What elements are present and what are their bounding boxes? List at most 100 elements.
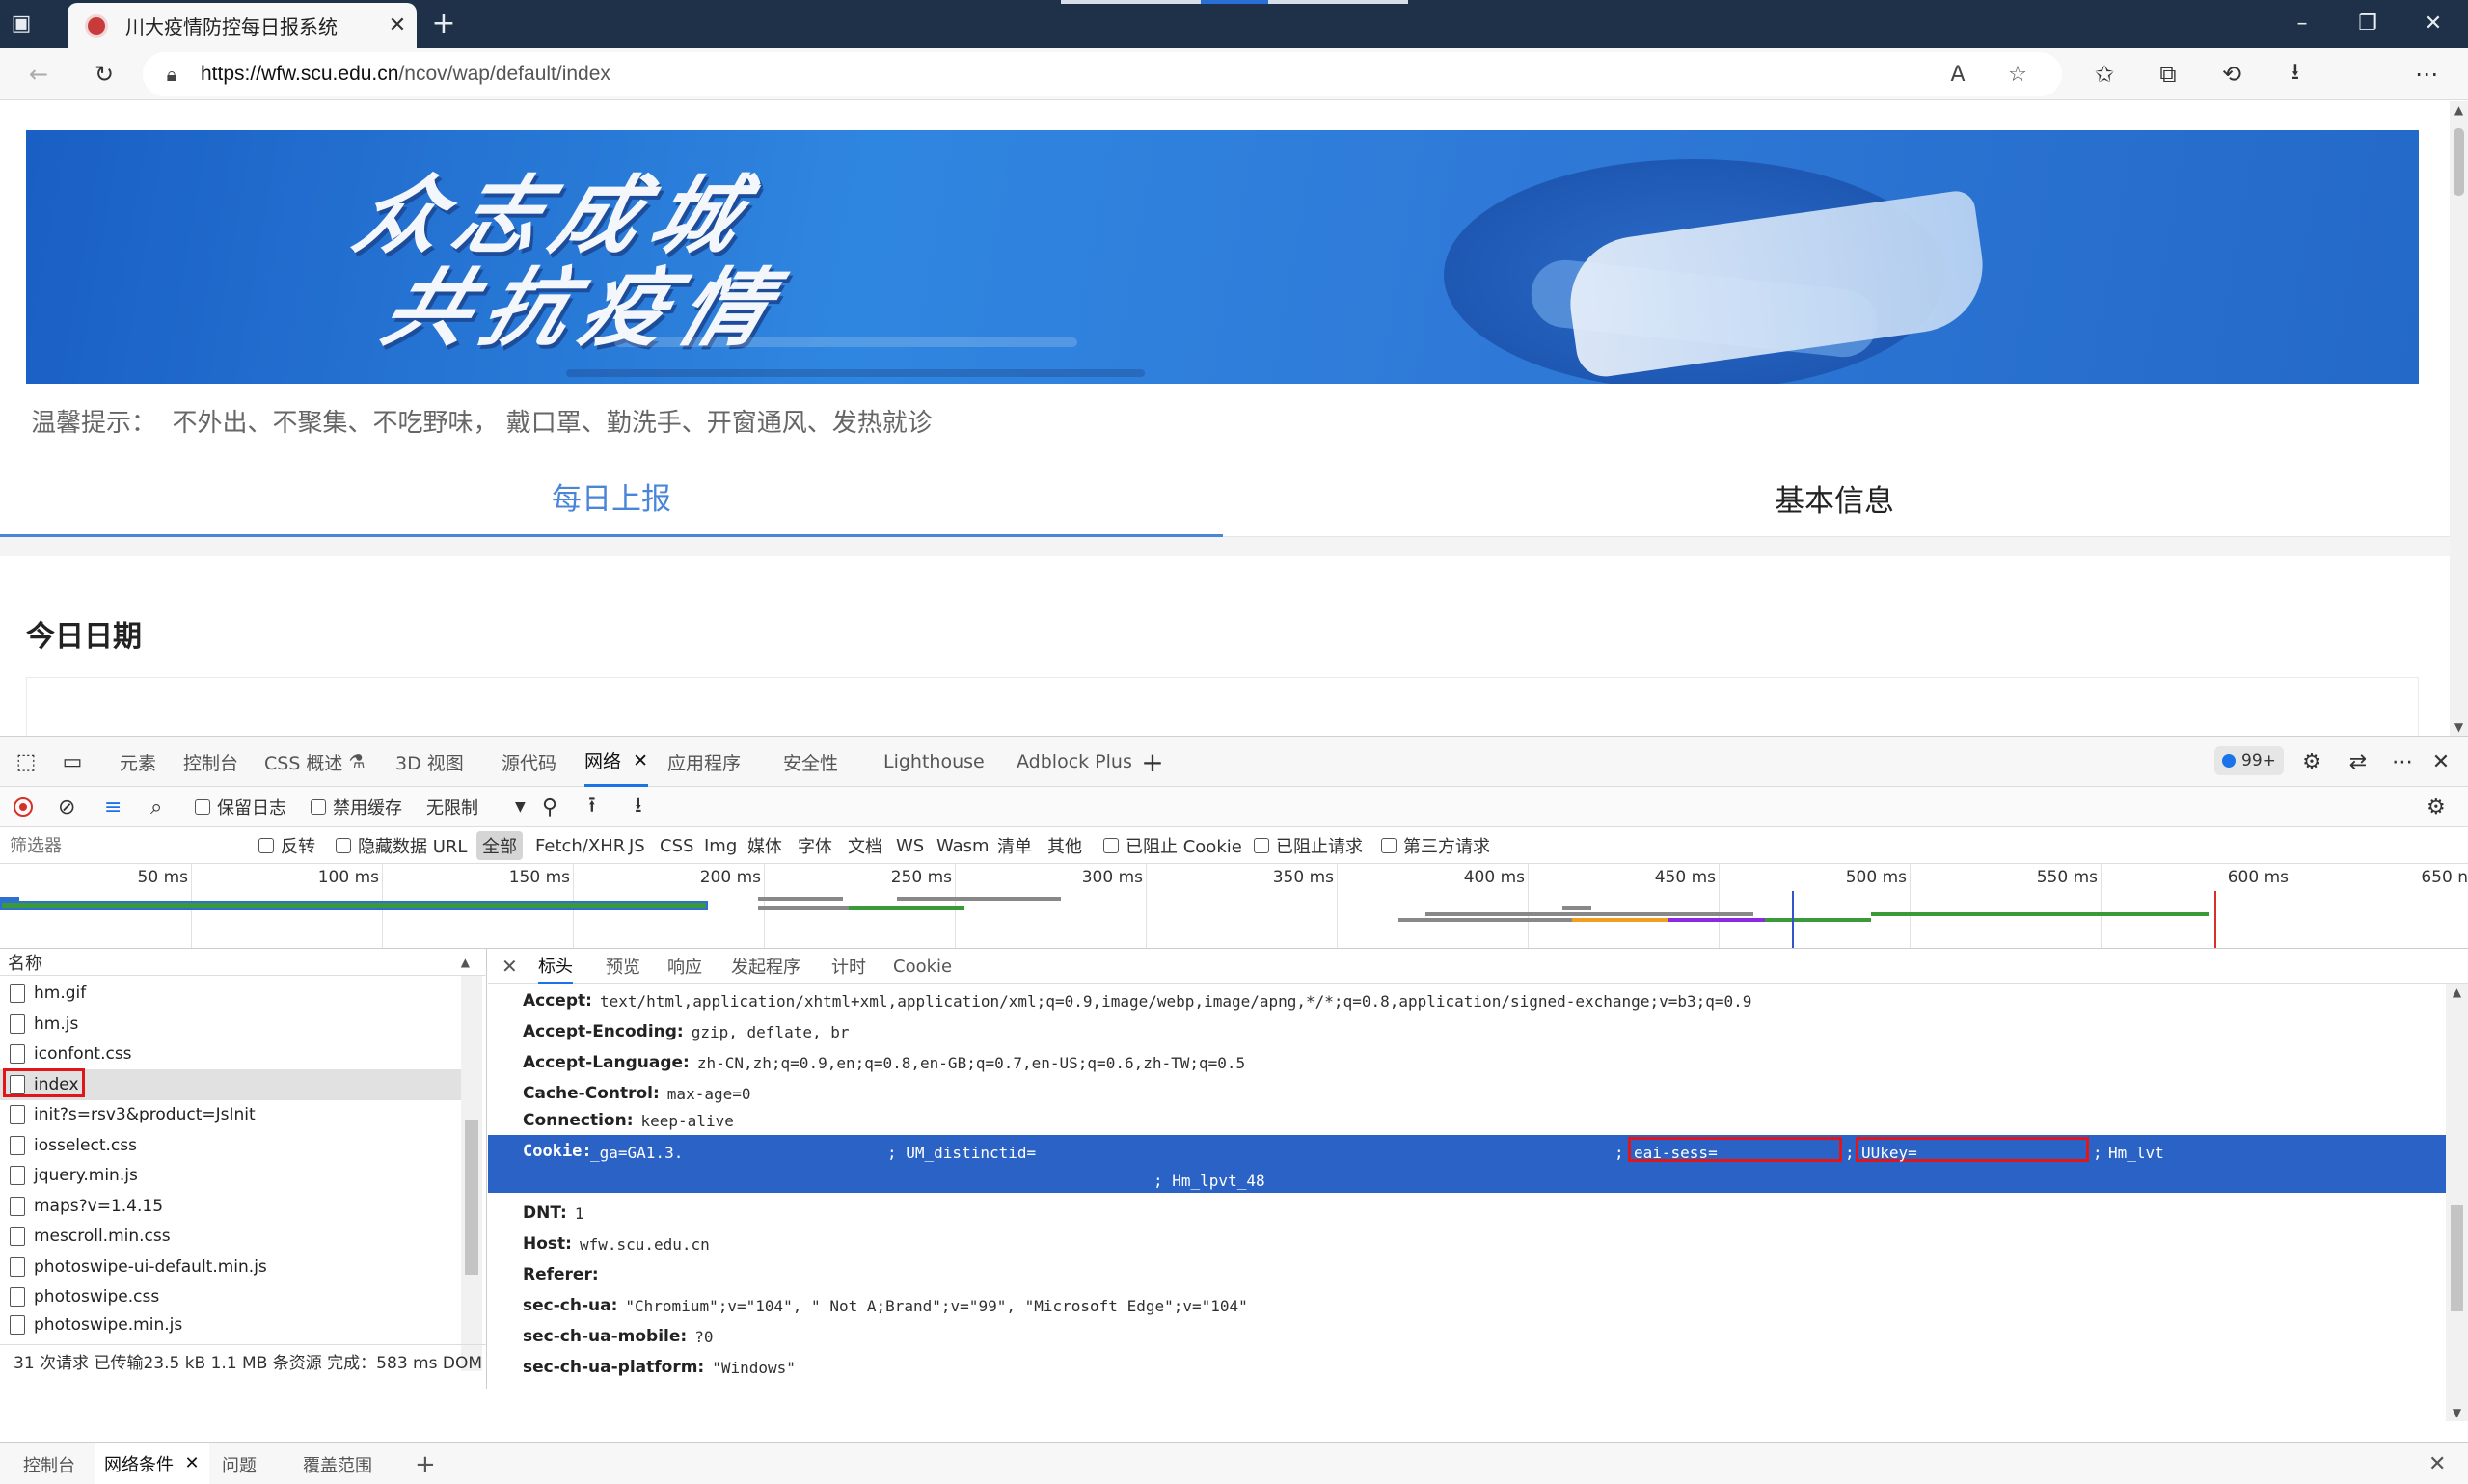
- blocked-cookies-checkbox[interactable]: 已阻止 Cookie: [1103, 827, 1242, 864]
- close-window-button[interactable]: ✕: [2401, 0, 2465, 46]
- restore-button[interactable]: ❐: [2336, 0, 2400, 46]
- devtools-tab-sources[interactable]: 源代码: [502, 737, 556, 787]
- invert-checkbox[interactable]: 反转: [258, 827, 315, 864]
- export-har-icon[interactable]: ⭳: [635, 787, 642, 827]
- close-details-icon[interactable]: ✕: [502, 949, 518, 984]
- devtools-tab-lighthouse[interactable]: Lighthouse: [883, 737, 985, 787]
- minimize-button[interactable]: –: [2270, 0, 2334, 46]
- request-row[interactable]: photoswipe.css: [0, 1282, 461, 1312]
- issues-badge[interactable]: 99+: [2214, 746, 2284, 775]
- refresh-icon[interactable]: ↻: [85, 56, 123, 93]
- tab-daily-report[interactable]: 每日上报: [0, 458, 1223, 537]
- filter-type-wasm[interactable]: Wasm: [936, 827, 990, 864]
- filter-input[interactable]: [0, 831, 251, 860]
- add-drawer-tab-icon[interactable]: +: [415, 1443, 436, 1484]
- history-icon[interactable]: ⟲: [2212, 56, 2251, 93]
- filter-type-ws[interactable]: WS: [896, 827, 924, 864]
- devtools-tab-elements[interactable]: 元素: [120, 737, 156, 787]
- filter-type-media[interactable]: 媒体: [747, 827, 782, 864]
- filter-type-doc[interactable]: 文档: [848, 827, 882, 864]
- devtools-tab-security[interactable]: 安全性: [783, 737, 838, 787]
- details-tab-initiator[interactable]: 发起程序: [731, 949, 800, 984]
- third-party-checkbox[interactable]: 第三方请求: [1381, 827, 1490, 864]
- drawer-tab-network-conditions[interactable]: 网络条件 ✕: [95, 1443, 209, 1484]
- request-row[interactable]: hm.gif: [0, 978, 461, 1009]
- more-icon[interactable]: ⋯: [2407, 56, 2446, 93]
- name-column-header[interactable]: 名称 ▲: [0, 949, 487, 976]
- network-conditions-icon[interactable]: ⚲: [542, 787, 557, 827]
- device-emulation-icon[interactable]: ▭: [54, 744, 91, 779]
- new-tab-button[interactable]: +: [420, 2, 467, 44]
- lock-icon[interactable]: 🔒︎: [143, 63, 201, 86]
- inspect-element-icon[interactable]: ⬚: [8, 744, 44, 779]
- details-scrollbar[interactable]: ▲ ▼: [2446, 984, 2468, 1421]
- collections-icon[interactable]: ⧉: [2149, 56, 2187, 93]
- request-row[interactable]: mescroll.min.css: [0, 1221, 461, 1252]
- sidebar-icon[interactable]: ▣: [0, 0, 42, 46]
- request-row[interactable]: hm.js: [0, 1009, 461, 1039]
- clear-icon[interactable]: ⊘: [58, 787, 75, 827]
- close-drawer-icon[interactable]: ✕: [2428, 1443, 2446, 1484]
- details-tab-cookie[interactable]: Cookie: [893, 949, 952, 984]
- record-icon[interactable]: [14, 787, 33, 827]
- details-tab-preview[interactable]: 预览: [606, 949, 640, 984]
- filter-type-fetch-xhr[interactable]: Fetch/XHR: [535, 827, 625, 864]
- cookie-header-row[interactable]: Cookie: _ga=GA1.3. ; UM_distinctid= ; ea…: [488, 1135, 2446, 1193]
- address-url[interactable]: https://wfw.scu.edu.cn/ncov/wap/default/…: [201, 63, 610, 86]
- close-tab-icon[interactable]: ✕: [184, 1453, 199, 1473]
- request-row[interactable]: jquery.min.js: [0, 1160, 461, 1191]
- drawer-tab-coverage[interactable]: 覆盖范围: [303, 1443, 372, 1484]
- add-favorite-icon[interactable]: ☆: [1998, 58, 2037, 91]
- filter-type-font[interactable]: 字体: [798, 827, 832, 864]
- network-settings-gear-icon[interactable]: ⚙: [2427, 787, 2446, 827]
- close-tab-icon[interactable]: ✕: [633, 750, 648, 771]
- request-list-scrollbar[interactable]: [461, 976, 482, 1371]
- downloads-icon[interactable]: ⭳: [2276, 56, 2315, 93]
- customize-icon[interactable]: ⇄: [2340, 744, 2376, 779]
- page-scrollbar[interactable]: ▲ ▼: [2450, 101, 2468, 736]
- filter-type-other[interactable]: 其他: [1047, 827, 1082, 864]
- devtools-tab-network[interactable]: 网络 ✕: [584, 737, 649, 787]
- disable-cache-checkbox[interactable]: 禁用缓存: [311, 787, 402, 827]
- back-icon[interactable]: ←: [19, 56, 58, 93]
- details-tab-timing[interactable]: 计时: [831, 949, 866, 984]
- devtools-tab-3d-view[interactable]: 3D 视图: [395, 737, 464, 787]
- tab-basic-info[interactable]: 基本信息: [1223, 458, 2446, 537]
- more-options-icon[interactable]: ⋯: [2384, 744, 2421, 779]
- filter-type-manifest[interactable]: 清单: [997, 827, 1032, 864]
- filter-type-img[interactable]: Img: [704, 827, 737, 864]
- read-aloud-icon[interactable]: A: [1939, 58, 1977, 91]
- devtools-tab-adblock-plus[interactable]: Adblock Plus: [1017, 737, 1132, 787]
- request-row[interactable]: maps?v=1.4.15: [0, 1191, 461, 1222]
- drawer-tab-issues[interactable]: 问题: [222, 1443, 257, 1484]
- today-date-field[interactable]: [26, 677, 2419, 736]
- filter-icon[interactable]: ≡: [104, 787, 122, 827]
- settings-gear-icon[interactable]: ⚙: [2293, 744, 2330, 779]
- devtools-tab-css-overview[interactable]: CSS 概述 ⚗: [264, 737, 366, 787]
- network-overview-timeline[interactable]: 50 ms 100 ms 150 ms 200 ms 250 ms 300 ms…: [0, 864, 2468, 949]
- request-row[interactable]: iconfont.css: [0, 1039, 461, 1069]
- devtools-tab-application[interactable]: 应用程序: [667, 737, 741, 787]
- search-icon[interactable]: ⌕: [150, 787, 162, 827]
- devtools-tab-console[interactable]: 控制台: [183, 737, 238, 787]
- close-devtools-icon[interactable]: ✕: [2423, 744, 2459, 779]
- address-bar[interactable]: 🔒︎ https://wfw.scu.edu.cn/ncov/wap/defau…: [143, 52, 2062, 96]
- details-tab-headers[interactable]: 标头: [538, 949, 573, 984]
- add-tab-icon[interactable]: +: [1134, 744, 1171, 779]
- request-row[interactable]: photoswipe.min.js: [0, 1312, 461, 1337]
- details-tab-response[interactable]: 响应: [667, 949, 702, 984]
- request-row[interactable]: iosselect.css: [0, 1130, 461, 1161]
- filter-type-css[interactable]: CSS: [660, 827, 693, 864]
- filter-type-js[interactable]: JS: [629, 827, 645, 864]
- drawer-tab-console[interactable]: 控制台: [23, 1443, 75, 1484]
- request-row[interactable]: photoswipe-ui-default.min.js: [0, 1252, 461, 1282]
- preserve-log-checkbox[interactable]: 保留日志: [195, 787, 286, 827]
- favorites-icon[interactable]: ✩: [2085, 56, 2124, 93]
- hide-data-url-checkbox[interactable]: 隐藏数据 URL: [336, 827, 467, 864]
- import-har-icon[interactable]: ⭱: [588, 787, 596, 827]
- throttling-select[interactable]: 无限制 ▼: [426, 787, 526, 827]
- request-row[interactable]: init?s=rsv3&product=JsInit: [0, 1099, 461, 1130]
- close-tab-icon[interactable]: ✕: [378, 13, 417, 38]
- filter-type-all[interactable]: 全部: [476, 827, 523, 864]
- blocked-requests-checkbox[interactable]: 已阻止请求: [1254, 827, 1363, 864]
